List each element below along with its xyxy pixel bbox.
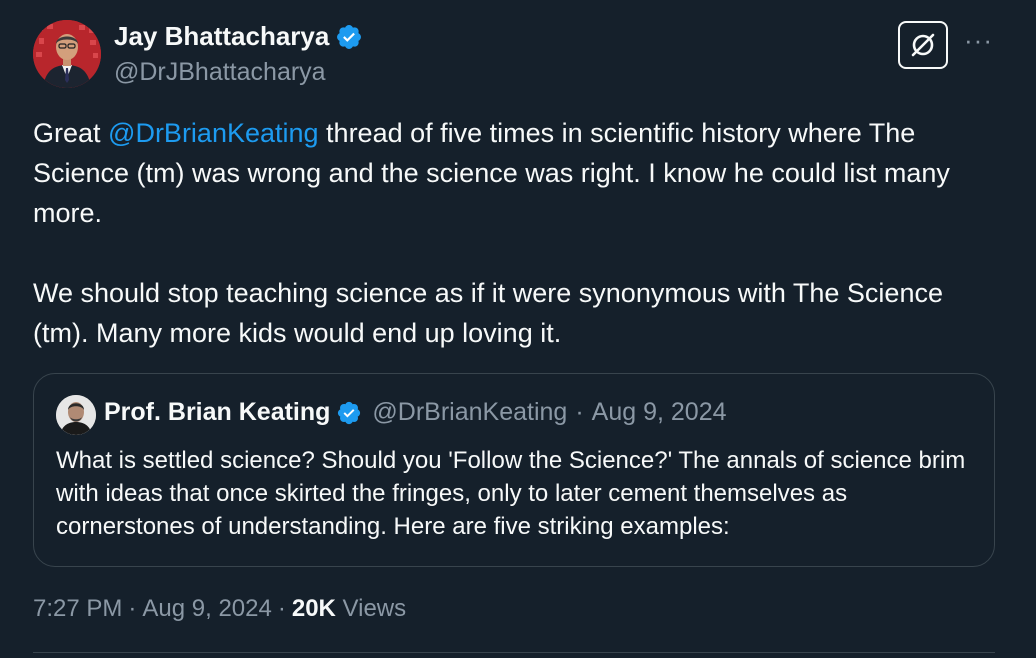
more-options-icon[interactable]: ··· xyxy=(964,27,998,53)
author-handle[interactable]: @DrJBhattacharya xyxy=(114,58,326,87)
tweet-paragraph-1: Great @DrBrianKeating thread of five tim… xyxy=(33,113,993,233)
quoted-author-handle[interactable]: @DrBrianKeating xyxy=(372,398,567,427)
tweet-paragraph-2: We should stop teaching science as if it… xyxy=(33,278,943,348)
quoted-separator: · xyxy=(575,398,584,426)
author-avatar[interactable] xyxy=(33,20,101,88)
quoted-header: Prof. Brian Keating @DrBrianKeating · Au… xyxy=(104,398,727,427)
quoted-author-avatar[interactable] xyxy=(56,395,96,435)
tweet-date[interactable]: Aug 9, 2024 xyxy=(142,595,271,622)
views-count: 20K xyxy=(291,595,336,622)
meta-separator: · xyxy=(277,595,286,622)
author-name[interactable]: Jay Bhattacharya xyxy=(114,21,363,52)
divider xyxy=(33,652,995,653)
grok-icon xyxy=(911,33,935,57)
tweet-metadata: 7:27 PM · Aug 9, 2024 · 20K Views xyxy=(33,595,406,623)
tweet: Jay Bhattacharya @DrJBhattacharya ··· Gr… xyxy=(0,0,1036,658)
views-label: Views xyxy=(342,595,407,622)
quoted-author-name[interactable]: Prof. Brian Keating xyxy=(104,398,330,427)
tweet-text-start: Great xyxy=(33,118,109,148)
tweet-time[interactable]: 7:27 PM xyxy=(33,595,122,622)
quoted-date[interactable]: Aug 9, 2024 xyxy=(592,398,727,427)
verified-badge-icon xyxy=(338,401,361,424)
author-name-text[interactable]: Jay Bhattacharya xyxy=(114,21,329,52)
quoted-tweet-text: What is settled science? Should you 'Fol… xyxy=(56,447,966,540)
tweet-text: Great @DrBrianKeating thread of five tim… xyxy=(33,113,993,353)
meta-separator: · xyxy=(128,595,137,622)
mention-link[interactable]: @DrBrianKeating xyxy=(108,118,319,148)
verified-badge-icon xyxy=(337,24,362,49)
quoted-tweet[interactable]: Prof. Brian Keating @DrBrianKeating · Au… xyxy=(33,373,995,567)
grok-button[interactable] xyxy=(898,21,948,69)
